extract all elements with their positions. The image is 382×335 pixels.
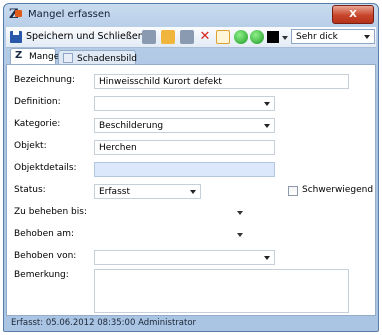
objekt-label: Objekt: (14, 141, 47, 151)
behoben-von-select[interactable] (94, 250, 275, 265)
frame-icon[interactable] (216, 30, 230, 44)
app-logo-icon: Z (15, 50, 23, 61)
chevron-down-icon (190, 190, 196, 194)
behoben-von-label: Behoben von: (14, 251, 77, 261)
bezeichnung-value: Hinweisschild Kurort defekt (99, 77, 222, 87)
schwerwiegend-checkbox[interactable] (288, 186, 298, 196)
status-label: Status: (14, 185, 46, 195)
document-icon[interactable] (180, 30, 194, 44)
bemerkung-label: Bemerkung: (14, 270, 69, 280)
kategorie-select[interactable]: Beschilderung (94, 118, 275, 133)
bezeichnung-label: Bezeichnung: (14, 75, 75, 85)
chevron-down-icon (264, 124, 270, 128)
title-bar[interactable]: Z Mangel erfassen X (4, 4, 378, 26)
behoben-am-label: Behoben am: (14, 229, 75, 239)
tab-strip: Z Mangel Schadensbild (6, 48, 376, 65)
delete-icon[interactable]: ✕ (198, 30, 212, 44)
folder-icon[interactable] (161, 30, 175, 44)
dialog-window: Z Mangel erfassen X Speichern und Schlie… (3, 3, 379, 332)
status-value: Erfasst (99, 187, 130, 197)
app-logo-icon: Z (9, 8, 23, 22)
kategorie-label: Kategorie: (14, 119, 61, 129)
color-dropdown-arrow-icon[interactable] (282, 36, 288, 40)
objektdetails-input[interactable] (94, 162, 275, 177)
close-button[interactable]: X (332, 5, 374, 24)
zu-beheben-bis-date-picker[interactable] (237, 211, 243, 215)
schwerwiegend-label: Schwerwiegend (302, 185, 374, 195)
tab-schadensbild[interactable]: Schadensbild (58, 50, 137, 65)
line-style-select[interactable]: Sehr dick (291, 29, 375, 44)
image-icon (63, 53, 73, 63)
objekt-input[interactable]: Herchen (94, 140, 275, 155)
save-icon[interactable] (10, 31, 22, 43)
kategorie-value: Beschilderung (99, 121, 164, 131)
behoben-am-date-picker[interactable] (237, 233, 243, 237)
definition-label: Definition: (14, 97, 61, 107)
toolbar: Speichern und Schließen ✕ Sehr dick (6, 27, 376, 48)
line-style-value: Sehr dick (296, 32, 338, 42)
objekt-value: Herchen (99, 143, 137, 153)
tab-mangel[interactable]: Z Mangel (10, 48, 62, 65)
form-panel: Bezeichnung: Hinweisschild Kurort defekt… (6, 64, 376, 316)
definition-select[interactable] (94, 96, 275, 111)
window-title: Mangel erfassen (28, 9, 111, 20)
objektdetails-label: Objektdetails: (14, 163, 77, 173)
save-close-button[interactable]: Speichern und Schließen (26, 29, 144, 45)
color-icon[interactable] (267, 31, 279, 43)
status-select[interactable]: Erfasst (94, 184, 201, 199)
tab-label: Mangel (29, 52, 62, 62)
chevron-down-icon (264, 256, 270, 260)
status-bar: Erfasst: 05.06.2012 08:35:00 Administrat… (11, 318, 197, 328)
zu-beheben-bis-label: Zu beheben bis: (14, 207, 87, 217)
chevron-down-icon (264, 102, 270, 106)
bemerkung-textarea[interactable] (94, 269, 349, 313)
bezeichnung-input[interactable]: Hinweisschild Kurort defekt (94, 74, 349, 89)
back-icon[interactable] (234, 30, 248, 44)
floppy-icon[interactable] (142, 30, 156, 44)
forward-icon[interactable] (250, 30, 264, 44)
chevron-down-icon (364, 35, 370, 39)
